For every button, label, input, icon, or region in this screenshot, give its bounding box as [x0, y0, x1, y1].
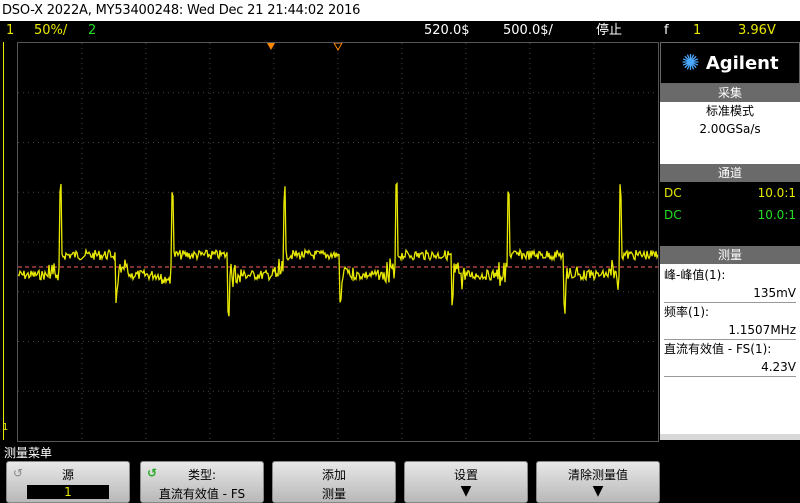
measure-label: 峰-峰值(1): [664, 268, 726, 282]
window-title: DSO-X 2022A, MY53400248: Wed Dec 21 21:4… [0, 0, 800, 21]
agilent-spark-icon: ✺ [681, 50, 700, 76]
channel1-coupling: DC [664, 186, 682, 200]
channels-header: 通道 [660, 164, 800, 182]
measure-value: 135mV [664, 284, 796, 303]
ground-marker[interactable]: 1 [2, 422, 8, 433]
channel-number[interactable]: 1 [6, 21, 14, 41]
trigger-level[interactable]: 3.96V [738, 21, 776, 41]
channels-section: DC 10.0:1 DC 10.0:1 [660, 182, 800, 246]
menu-title: 测量菜单 [4, 446, 53, 460]
channel2-coupling: DC [664, 208, 682, 222]
timebase[interactable]: 520.0$ [424, 21, 470, 41]
measure-label: 直流有效值 - FS(1): [664, 342, 772, 356]
softkey-value: 1 [27, 485, 109, 499]
left-margin: 1 [0, 42, 16, 440]
arrow-down-icon: ▼ [592, 483, 604, 499]
rotate-knob-icon: ↺ [147, 466, 158, 480]
measure-header: 测量 [660, 246, 800, 264]
arrow-down-icon: ▼ [460, 483, 472, 499]
side-panel: ✺ Agilent 采集 标准模式 2.00GSa/s 通道 DC 10.0:1… [660, 42, 800, 440]
softkey-bar: ↺ 源 1 ↺ 类型: 直流有效值 - FS 添加 测量 设置 ▼ 清除测量值 … [0, 461, 800, 503]
measure-label: 频率(1): [664, 305, 710, 319]
channel2-probe: 10.0:1 [757, 208, 796, 222]
softkey-label: 设置 [453, 468, 478, 482]
softkey-source[interactable]: ↺ 源 1 [6, 461, 130, 503]
rotate-knob-icon: ↺ [13, 466, 24, 480]
softkey-settings[interactable]: 设置 ▼ [404, 461, 528, 503]
softkey-label: 添加 [321, 468, 346, 482]
softkey-label: 源 [61, 468, 74, 482]
measure-section: 峰-峰值(1): 135mV 频率(1): 1.1507MHz 直流有效值 - … [660, 264, 800, 434]
channel1-bar [3, 42, 4, 440]
softkey-type[interactable]: ↺ 类型: 直流有效值 - FS [140, 461, 264, 503]
channel1-probe: 10.0:1 [757, 186, 796, 200]
waveform-display[interactable] [17, 42, 659, 442]
trigger-edge-icon: f [664, 23, 669, 38]
sample-rate: 2.00GSa/s [699, 122, 761, 136]
acquire-mode: 标准模式 [705, 104, 754, 118]
acquire-section: 标准模式 2.00GSa/s [660, 102, 800, 164]
graticule [17, 42, 659, 441]
measure-value: 4.23V [664, 358, 796, 377]
channel1-row[interactable]: DC 10.0:1 [664, 182, 796, 204]
softkey-value: 直流有效值 - FS [158, 487, 246, 501]
channel2-number[interactable]: 2 [88, 21, 96, 41]
time-offset[interactable]: 500.0$/ [503, 21, 553, 41]
softkey-add-measure[interactable]: 添加 测量 [272, 461, 396, 503]
status-bar: 1 50%/ 2 520.0$ 500.0$/ 停止 f 1 3.96V [0, 21, 800, 41]
brand-logo: ✺ Agilent [660, 42, 800, 84]
acquire-header: 采集 [660, 84, 800, 102]
run-state[interactable]: 停止 [596, 21, 622, 41]
channel2-row[interactable]: DC 10.0:1 [664, 204, 796, 226]
softkey-label: 清除测量值 [567, 468, 628, 482]
measure-value: 1.1507MHz [664, 321, 796, 340]
brand-name: Agilent [705, 52, 779, 74]
trigger-channel[interactable]: 1 [693, 21, 701, 41]
softkey-value: 测量 [321, 487, 346, 501]
softkey-label: 类型: [187, 468, 217, 482]
softkey-clear-measurements[interactable]: 清除测量值 ▼ [536, 461, 660, 503]
volts-per-div[interactable]: 50%/ [34, 21, 67, 41]
